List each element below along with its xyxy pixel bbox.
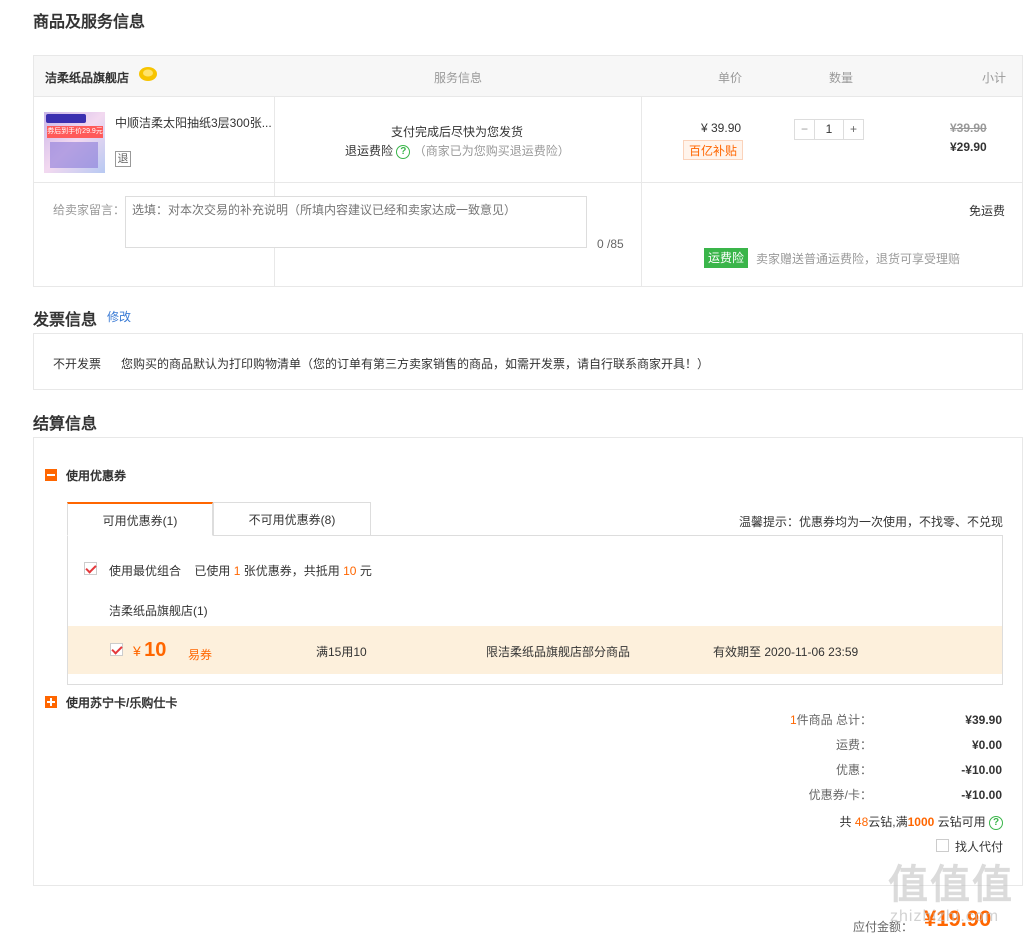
tab-available-coupons[interactable]: 可用优惠券(1) xyxy=(67,502,213,536)
diamond-prefix: 共 xyxy=(839,815,852,829)
free-shipping: 免运费 xyxy=(969,204,1006,218)
help-icon[interactable]: ? xyxy=(396,144,411,159)
product-section-title: 商品及服务信息 xyxy=(33,14,146,31)
coupon-store-group: 洁柔纸品旗舰店(1) xyxy=(109,604,208,618)
discount-label: 优惠： xyxy=(835,763,872,777)
items-count: 1 xyxy=(789,713,797,727)
items-label: 件商品 总计： xyxy=(796,713,872,727)
invoice-description: 您购买的商品默认为打印购物清单（您的订单有第三方卖家销售的商品，如需开发票，请自… xyxy=(121,357,710,371)
coupon-panel: 使用最优组合 已使用 1 张优惠券，共抵用 10 元 洁柔纸品旗舰店(1) ¥ … xyxy=(67,535,1003,685)
coupon-checkbox[interactable] xyxy=(110,643,123,656)
watermark-domain: zhizhizhi.com xyxy=(890,908,1000,925)
used-count: 1 xyxy=(233,564,241,578)
qty-minus-button[interactable]: − xyxy=(795,120,815,139)
col-subtotal: 小计 xyxy=(982,71,1007,85)
diamond-suffix: 云钻可用 xyxy=(937,815,986,829)
col-service: 服务信息 xyxy=(434,71,483,85)
shipping-insurance-note: 卖家赠送普通运费险，退货可享受理赔 xyxy=(756,252,961,266)
return-insurance-label: 退运费险 xyxy=(345,144,394,158)
return-insurance-note: （商家已为您购买退运费险） xyxy=(413,144,570,158)
thumb-price-label: 券后到手价29.9元 xyxy=(47,126,103,138)
table-header xyxy=(34,56,1022,97)
best-combo-checkbox[interactable] xyxy=(84,562,97,575)
collapse-icon[interactable] xyxy=(45,469,57,481)
thumb-pack xyxy=(50,142,98,168)
coupon-card-label: 优惠券/卡： xyxy=(808,788,872,802)
product-thumbnail[interactable]: 券后到手价29.9元 xyxy=(44,112,105,173)
coupon-scope: 限洁柔纸品旗舰店部分商品 xyxy=(486,645,631,659)
tab-unavailable-coupons[interactable]: 不可用优惠券(8) xyxy=(213,502,371,536)
diamond-count: 48 xyxy=(854,815,869,829)
summary-coupon-card: 优惠券/卡： -¥10.00 xyxy=(762,786,1002,804)
used-prefix: 已使用 xyxy=(194,564,231,578)
summary-shipping: 运费： ¥0.00 xyxy=(762,736,1002,754)
expand-icon[interactable] xyxy=(45,696,57,708)
coupon-tip: 温馨提示：优惠券均为一次使用，不找零、不兑现 xyxy=(739,515,1004,529)
store-name[interactable]: 洁柔纸品旗舰店 xyxy=(45,69,129,86)
unit-price: ¥ 39.90 xyxy=(701,121,742,135)
shipping-label: 运费： xyxy=(835,738,872,752)
used-amount: 10 xyxy=(343,564,357,578)
invoice-edit-link[interactable]: 修改 xyxy=(107,308,131,325)
coupon-item[interactable]: ¥ 10 易券 满15用10 限洁柔纸品旗舰店部分商品 有效期至 2020-11… xyxy=(68,626,1002,674)
store-badge-icon xyxy=(139,67,157,81)
used-mid: 张优惠券，共抵用 xyxy=(243,564,340,578)
qty-plus-button[interactable]: + xyxy=(843,120,863,139)
coupon-validity: 有效期至 2020-11-06 23:59 xyxy=(713,645,859,659)
summary-items: 1件商品 总计： ¥39.90 xyxy=(762,711,1002,729)
divider xyxy=(641,97,642,287)
invoice-type: 不开发票 xyxy=(53,357,102,371)
subsidy-badge: 百亿补贴 xyxy=(683,140,744,160)
coupon-toggle[interactable]: 使用优惠券 xyxy=(66,467,126,484)
coupon-amount: 10 xyxy=(144,639,167,661)
invoice-box: 不开发票 您购买的商品默认为打印购物清单（您的订单有第三方卖家销售的商品，如需开… xyxy=(33,333,1023,390)
shipping-value: ¥0.00 xyxy=(971,738,1002,752)
diamond-threshold: 1000 xyxy=(907,815,935,829)
quantity-input[interactable]: 1 xyxy=(815,120,843,139)
best-combo-label: 使用最优组合 xyxy=(109,564,182,578)
proxy-pay-checkbox[interactable] xyxy=(936,839,949,852)
return-insurance-line: 退运费险 ? （商家已为您购买退运费险） xyxy=(345,142,570,159)
watermark-logo: 值值值 xyxy=(888,863,1014,907)
invoice-section-title: 发票信息 xyxy=(33,312,98,329)
message-label: 给卖家留言： xyxy=(53,203,126,217)
items-total: ¥39.90 xyxy=(965,713,1002,727)
card-toggle[interactable]: 使用苏宁卡/乐购仕卡 xyxy=(66,694,177,711)
refund-tag: 退 xyxy=(115,151,131,167)
help-icon[interactable]: ? xyxy=(989,815,1003,830)
original-subtotal: ¥39.90 xyxy=(950,121,987,135)
message-counter: 0 /85 xyxy=(597,237,624,251)
coupon-currency: ¥ xyxy=(133,643,141,659)
product-name[interactable]: 中顺洁柔太阳抽纸3层300张... xyxy=(115,114,275,131)
diamond-mid: 云钻,满 xyxy=(868,815,908,829)
message-input[interactable] xyxy=(125,196,587,248)
diamond-info: 共 48云钻,满1000 云钻可用 ? xyxy=(840,813,1003,830)
settlement-section-title: 结算信息 xyxy=(33,416,98,433)
summary-discount: 优惠： -¥10.00 xyxy=(762,761,1002,779)
best-combo-line: 使用最优组合 已使用 1 张优惠券，共抵用 10 元 xyxy=(109,562,372,579)
coupon-condition: 满15用10 xyxy=(316,645,367,659)
subtotal: ¥29.90 xyxy=(950,140,987,154)
coupon-type: 易券 xyxy=(188,648,213,662)
product-table: 洁柔纸品旗舰店 服务信息 单价 数量 小计 券后到手价29.9元 中顺洁柔太阳抽… xyxy=(33,55,1023,287)
divider xyxy=(34,182,1022,183)
quantity-stepper: − 1 + xyxy=(794,119,864,140)
thumb-banner xyxy=(46,114,86,123)
used-suffix: 元 xyxy=(359,564,372,578)
discount-value: -¥10.00 xyxy=(961,763,1002,777)
coupon-card-value: -¥10.00 xyxy=(961,788,1002,802)
col-quantity: 数量 xyxy=(829,71,854,85)
service-shipping-note: 支付完成后尽快为您发货 xyxy=(391,125,524,139)
coupon-value: ¥ 10 xyxy=(133,639,166,662)
shipping-insurance-badge: 运费险 xyxy=(704,248,749,268)
col-unit-price: 单价 xyxy=(718,71,743,85)
